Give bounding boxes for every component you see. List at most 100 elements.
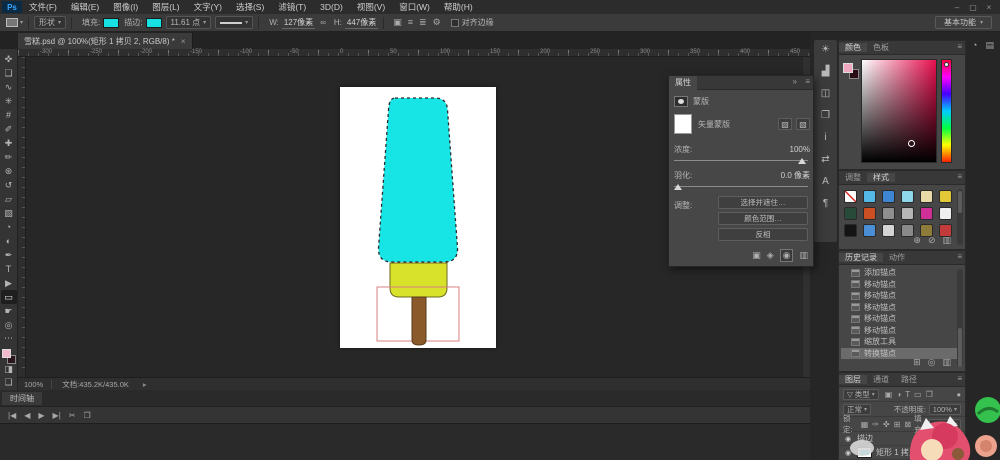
more-tools-icon[interactable]: ⋯ xyxy=(1,332,17,346)
screen-mode-icon[interactable]: ❏ xyxy=(1,377,17,390)
filter-smart-object-icon[interactable]: ❒ xyxy=(926,390,933,399)
layer-row[interactable]: ◉矩形 1 拷贝 xyxy=(839,446,965,460)
delete-style-button[interactable]: ▥ xyxy=(942,235,951,246)
photoshop-logo[interactable]: Ps xyxy=(2,1,22,13)
density-slider[interactable] xyxy=(674,160,808,161)
menu-选择(S)[interactable]: 选择(S) xyxy=(229,0,271,14)
saturation-brightness-square[interactable] xyxy=(861,59,937,163)
first-frame-button[interactable]: |◀ xyxy=(8,411,16,420)
style-swatch[interactable] xyxy=(882,190,895,203)
menu-3D(D)[interactable]: 3D(D) xyxy=(313,0,350,14)
scrollbar-thumb[interactable] xyxy=(958,191,962,213)
style-swatch[interactable] xyxy=(882,224,895,237)
menu-图层(L)[interactable]: 图层(L) xyxy=(145,0,186,14)
new-style-button[interactable]: ⊕ xyxy=(913,235,921,246)
feather-slider-handle[interactable] xyxy=(674,184,682,190)
clear-style-button[interactable]: ⊘ xyxy=(928,235,936,246)
visibility-eye-icon[interactable]: ◉ xyxy=(843,435,853,443)
styles-scrollbar[interactable] xyxy=(957,189,963,245)
quick-selection-tool[interactable]: ✳ xyxy=(1,94,17,108)
style-swatch[interactable] xyxy=(863,207,876,220)
type-tool[interactable]: T xyxy=(1,262,17,276)
history-state[interactable]: 移动锚点 xyxy=(841,313,959,325)
density-slider-handle[interactable] xyxy=(798,158,806,164)
tab-调整[interactable]: 调整 xyxy=(839,173,867,182)
character-icon[interactable]: A xyxy=(822,176,829,187)
tab-路径[interactable]: 路径 xyxy=(895,375,923,384)
minimize-button[interactable]: – xyxy=(950,3,964,12)
style-swatch[interactable] xyxy=(844,207,857,220)
menu-视图(V)[interactable]: 视图(V) xyxy=(350,0,392,14)
lock-artboard-icon[interactable]: ⊞ xyxy=(894,420,901,429)
tab-timeline[interactable]: 时间轴 xyxy=(2,392,42,405)
opacity-field[interactable]: 100% ▾ xyxy=(929,404,961,415)
align-edges-checkbox[interactable]: 对齐边缘 xyxy=(451,17,494,28)
menu-文件(F)[interactable]: 文件(F) xyxy=(22,0,64,14)
panel-menu-icon[interactable]: ≡ xyxy=(957,42,962,51)
style-swatch[interactable] xyxy=(863,190,876,203)
rectangle-tool[interactable]: ▭ xyxy=(1,290,17,304)
foreground-background-swatches[interactable] xyxy=(2,349,16,364)
collapse-panel-icon[interactable]: » xyxy=(793,77,797,86)
style-swatch[interactable] xyxy=(844,224,857,237)
stroke-width-field[interactable]: 11.61 点▾ xyxy=(166,16,212,29)
workspace-switcher[interactable]: 基本功能▾ xyxy=(935,16,992,29)
filter-shape-icon[interactable]: ▭ xyxy=(914,390,922,399)
lock-transparent-icon[interactable]: ▦ xyxy=(861,420,869,429)
vertical-ruler[interactable] xyxy=(18,57,26,377)
path-operations-icon[interactable]: ▣ xyxy=(393,17,402,28)
style-swatch[interactable] xyxy=(920,207,933,220)
libraries-icon[interactable]: ❐ xyxy=(821,110,830,121)
info-icon[interactable]: i xyxy=(824,132,826,143)
style-swatch[interactable] xyxy=(901,224,914,237)
status-menu-arrow-icon[interactable]: ▸ xyxy=(143,380,147,389)
feather-slider[interactable] xyxy=(674,186,808,187)
feather-value[interactable]: 0.0 像素 xyxy=(781,170,810,181)
style-swatch[interactable] xyxy=(939,207,952,220)
play-button[interactable]: ▶ xyxy=(38,411,44,420)
close-tab-icon[interactable]: × xyxy=(181,37,186,46)
style-swatch[interactable] xyxy=(920,190,933,203)
new-document-from-state-icon[interactable]: ⊞ xyxy=(913,357,921,368)
layer-filter-select[interactable]: ▽ 类型 ▾ xyxy=(843,389,879,400)
close-button[interactable]: × xyxy=(982,3,996,12)
height-field[interactable]: 447像素 xyxy=(345,17,378,29)
panel-menu-icon[interactable]: ≡ xyxy=(957,252,962,261)
clone-source-icon[interactable]: ⇄ xyxy=(821,154,829,165)
foreground-color-swatch[interactable] xyxy=(2,349,11,358)
healing-brush-tool[interactable]: ✚ xyxy=(1,136,17,150)
refine-button[interactable]: 颜色范围… xyxy=(718,212,808,225)
add-media-button[interactable]: ❒ xyxy=(83,411,90,420)
tab-历史记录[interactable]: 历史记录 xyxy=(839,253,883,262)
history-state[interactable]: 移动锚点 xyxy=(841,325,959,337)
scrollbar-thumb[interactable] xyxy=(958,328,962,367)
mini-color-swatches[interactable] xyxy=(843,63,861,81)
adjustments-icon[interactable]: ☀ xyxy=(821,44,830,55)
eyedropper-tool[interactable]: ✐ xyxy=(1,122,17,136)
hue-slider[interactable] xyxy=(941,59,952,163)
clone-stamp-tool[interactable]: ⊛ xyxy=(1,164,17,178)
pen-tool[interactable]: ✒ xyxy=(1,248,17,262)
refine-button[interactable]: 反相 xyxy=(718,228,808,241)
settings-gear-icon[interactable]: ⚙ xyxy=(433,17,441,28)
dodge-tool[interactable]: ◐ xyxy=(1,234,17,248)
new-snapshot-icon[interactable]: ◎ xyxy=(928,357,936,368)
lock-all-icon[interactable]: ⊠ xyxy=(904,420,911,429)
width-field[interactable]: 127像素 xyxy=(282,17,315,29)
selection-from-mask-icon[interactable]: ▣ xyxy=(752,250,761,261)
history-brush-tool[interactable]: ↺ xyxy=(1,178,17,192)
mask-visibility-eye-icon[interactable]: ◉ xyxy=(780,249,794,262)
filter-type-icon[interactable]: T xyxy=(905,390,910,399)
filter-toggle-icon[interactable]: ● xyxy=(956,390,961,399)
foreground-mini-swatch[interactable] xyxy=(843,63,853,73)
restore-button[interactable]: ▢ xyxy=(966,3,980,12)
style-swatch[interactable] xyxy=(863,224,876,237)
artboard-canvas[interactable] xyxy=(340,87,496,348)
marquee-tool[interactable]: ❑ xyxy=(1,66,17,80)
path-arrangement-icon[interactable]: ≣ xyxy=(419,17,427,28)
tab-颜色[interactable]: 颜色 xyxy=(839,43,867,52)
path-alignment-icon[interactable]: ≡ xyxy=(408,17,413,28)
lasso-tool[interactable]: ∿ xyxy=(1,80,17,94)
menu-图像(I)[interactable]: 图像(I) xyxy=(106,0,145,14)
menu-编辑(E)[interactable]: 编辑(E) xyxy=(64,0,106,14)
